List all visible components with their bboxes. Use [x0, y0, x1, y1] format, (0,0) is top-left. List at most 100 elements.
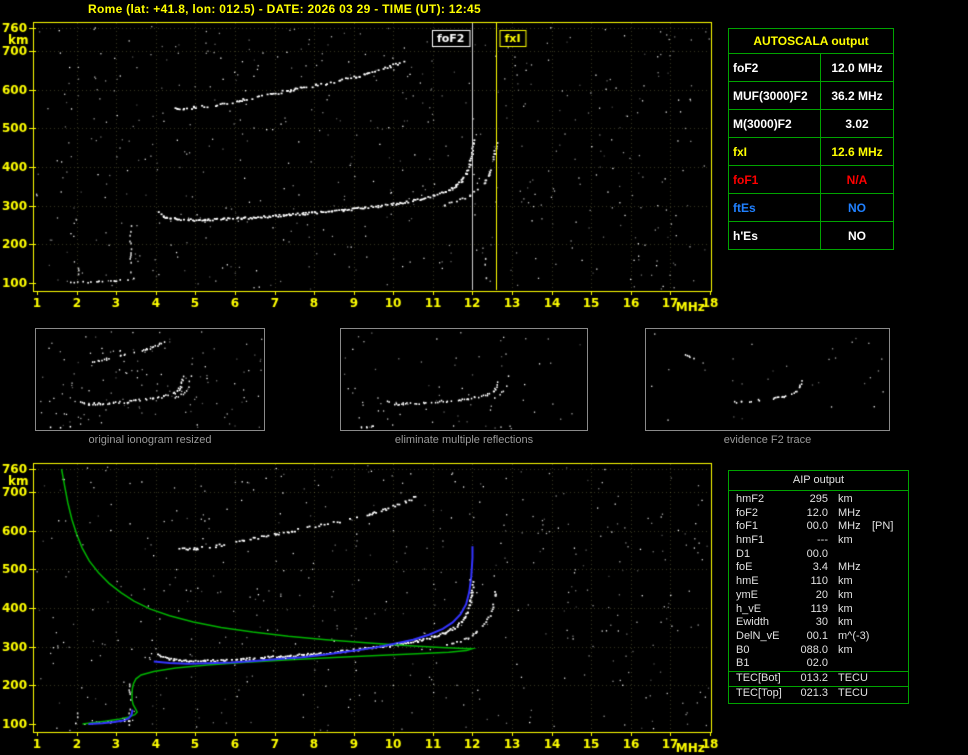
aip-row-unit: km — [838, 602, 853, 615]
aip-row-hve: h_vE 119 km — [729, 603, 908, 617]
ionogram-chart-top — [0, 14, 724, 314]
aip-row-fof2: foF2 12.0 MHz — [729, 507, 908, 521]
aip-row-unit: TECU — [838, 686, 868, 699]
aip-row-value: 00.0 — [806, 520, 828, 533]
aip-row-label: foF1 — [736, 520, 759, 533]
autoscala-row-ftes: ftEs NO — [728, 193, 894, 222]
autoscala-row-value: 36.2 MHz — [820, 81, 894, 110]
autoscala-row-label: h'Es — [728, 221, 821, 250]
aip-row-label: Ewidth — [736, 616, 770, 629]
aip-panel-title: AIP output — [729, 471, 908, 491]
autoscala-row-value: 12.0 MHz — [820, 53, 894, 82]
aip-row-value: 119 — [810, 602, 828, 615]
thumbnail-eliminate-multiples-canvas — [341, 329, 587, 430]
aip-row-label: D1 — [736, 547, 751, 560]
autoscala-row-m3000f2: M(3000)F2 3.02 — [728, 109, 894, 138]
thumbnail-evidence-f2-canvas — [646, 329, 889, 430]
aip-row-label: hmF2 — [736, 493, 765, 505]
aip-row-label: TEC[Bot] — [736, 671, 781, 684]
autoscala-row-label: M(3000)F2 — [728, 109, 821, 138]
autoscala-row-muf3000f2: MUF(3000)F2 36.2 MHz — [728, 81, 894, 110]
aip-row-note — [872, 493, 908, 507]
thumbnail-caption-eliminate-multiples: eliminate multiple reflections — [394, 434, 534, 446]
aip-row-hme: hmE 110 km — [729, 575, 908, 589]
autoscala-row-value: NO — [820, 221, 894, 250]
thumbnail-caption-original: original ionogram resized — [88, 434, 212, 446]
autoscala-row-value: 12.6 MHz — [820, 137, 894, 166]
aip-row-unit — [828, 548, 872, 562]
aip-row-unit: MHz — [838, 561, 861, 574]
autoscala-title-row: AUTOSCALA output — [728, 28, 894, 54]
autoscala-row-hes: h'Es NO — [728, 221, 894, 250]
autoscala-row-label: foF2 — [728, 53, 821, 82]
aip-row-note — [872, 548, 908, 562]
thumbnail-evidence-f2 — [645, 328, 890, 431]
aip-row-foe: foE 3.4 MHz — [729, 561, 908, 575]
aip-row-label: hmE — [736, 575, 759, 588]
aip-row-value: 110 — [810, 575, 828, 588]
autoscala-row-label: ftEs — [728, 193, 821, 222]
aip-row-value: 021.3 — [800, 686, 828, 699]
thumbnail-caption-evidence-f2: evidence F2 trace — [723, 434, 812, 446]
thumbnail-original-ionogram-canvas — [36, 329, 264, 430]
aip-row-note — [872, 616, 908, 630]
aip-row-unit: MHz — [838, 520, 861, 533]
aip-row-note — [872, 672, 908, 686]
aip-row-label: ymE — [736, 588, 758, 601]
aip-row-note — [872, 507, 908, 521]
aip-row-note — [872, 657, 908, 671]
aip-row-hmf1: hmF1 --- km — [729, 534, 908, 548]
aip-row-note — [872, 630, 908, 644]
aip-row-unit — [828, 657, 872, 671]
thumbnail-eliminate-multiples — [340, 328, 588, 431]
aip-row-label: h_vE — [736, 602, 762, 615]
aip-row-b1: B1 02.0 — [729, 657, 908, 671]
aip-row-label: hmF1 — [736, 534, 765, 547]
thumbnail-original-ionogram — [35, 328, 265, 431]
aip-row-unit: km — [838, 493, 853, 505]
aip-row-unit: km — [838, 643, 853, 656]
autoscala-table-title: AUTOSCALA output — [728, 28, 894, 54]
autoscala-row-fxi: fxI 12.6 MHz — [728, 137, 894, 166]
aip-row-unit: TECU — [838, 671, 868, 684]
aip-row-unit: m^(-3) — [838, 629, 870, 642]
aip-row-label: B0 — [736, 643, 750, 656]
aip-row-value: 013.2 — [800, 671, 828, 684]
aip-row-value: 088.0 — [800, 643, 828, 656]
aip-row-value: 00.1 — [806, 629, 828, 642]
aip-row-value: 295 — [809, 493, 828, 505]
autoscala-row-fof2: foF2 12.0 MHz — [728, 53, 894, 82]
aip-row-unit: km — [838, 575, 853, 588]
aip-row-note: [PN] — [872, 520, 894, 533]
autoscala-row-label: MUF(3000)F2 — [728, 81, 821, 110]
aip-row-value: 3.4 — [812, 561, 828, 574]
aip-row-value: 12.0 — [806, 506, 828, 519]
aip-row-label: B1 — [736, 657, 750, 670]
aip-row-value: 02.0 — [806, 657, 828, 670]
aip-row-note — [872, 534, 908, 548]
autoscala-output-table: AUTOSCALA output foF2 12.0 MHz MUF(3000)… — [728, 28, 894, 250]
autoscala-table: AUTOSCALA output foF2 12.0 MHz MUF(3000)… — [728, 28, 894, 250]
aip-rows: hmF2 295 km foF2 12.0 MHz foF1 00.0 MHz [PN] hm… — [729, 491, 908, 700]
aip-row-note — [872, 575, 908, 589]
aip-output-panel: AIP output hmF2 295 km foF2 12.0 MHz foF1 00.… — [728, 470, 909, 705]
autoscala-row-label: foF1 — [728, 165, 821, 194]
autoscala-row-value: N/A — [820, 165, 894, 194]
aip-row-b0: B0 088.0 km — [729, 644, 908, 658]
aip-row-label: foF2 — [736, 506, 759, 519]
aip-row-value: 00.0 — [806, 547, 828, 560]
ionogram-chart-bottom-with-profile — [0, 455, 724, 755]
aip-row-note — [872, 603, 908, 617]
autoscala-row-fof1: foF1 N/A — [728, 165, 894, 194]
aip-row-unit: km — [838, 588, 853, 601]
aip-row-unit: km — [838, 616, 853, 629]
autoscala-window: Rome (lat: +41.8, lon: 012.5) - DATE: 20… — [0, 0, 968, 755]
aip-row-note — [872, 687, 908, 701]
aip-row-hmf2: hmF2 295 km — [729, 493, 908, 507]
aip-row-unit: MHz — [838, 506, 861, 519]
aip-row-d1: D1 00.0 — [729, 548, 908, 562]
aip-row-value: 20 — [815, 588, 828, 601]
aip-row-unit: km — [838, 534, 853, 547]
autoscala-row-label: fxI — [728, 137, 821, 166]
aip-row-label: foE — [736, 561, 753, 574]
